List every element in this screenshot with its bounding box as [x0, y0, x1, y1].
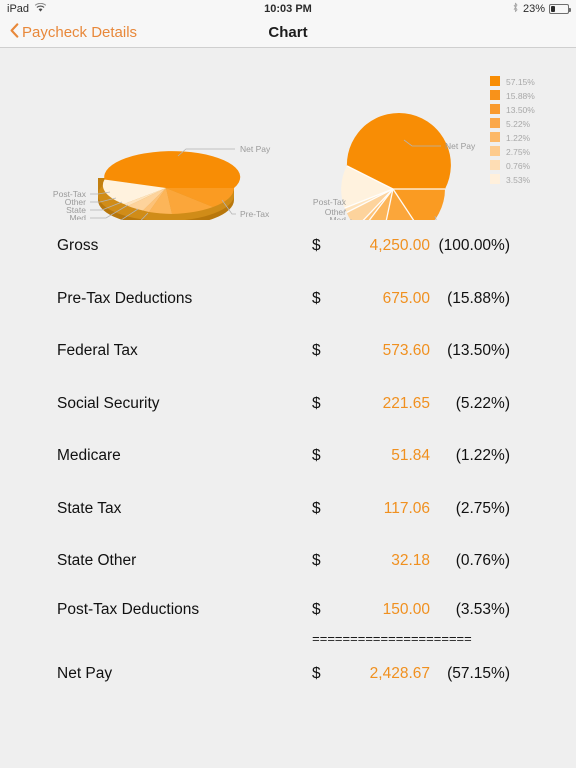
- status-bar-clock: 10:03 PM: [0, 0, 576, 18]
- legend-value-0: 57.15%: [506, 77, 535, 87]
- pie2-label-net-pay: Net Pay: [445, 141, 476, 151]
- currency-symbol: $: [312, 447, 321, 465]
- legend-value-2: 13.50%: [506, 105, 535, 115]
- row-percent: (15.88%): [447, 289, 510, 307]
- row-percent: (0.76%): [455, 552, 510, 570]
- legend-value-3: 5.22%: [506, 119, 531, 129]
- row-label: Federal Tax: [57, 342, 138, 360]
- battery-percent-label: 23%: [522, 3, 545, 15]
- row-amount: 221.65: [382, 394, 430, 412]
- currency-symbol: $: [312, 664, 321, 682]
- legend-value-6: 0.76%: [506, 161, 531, 171]
- row-label: State Tax: [57, 499, 122, 517]
- row-percent: (57.15%): [447, 664, 510, 682]
- bluetooth-icon: [512, 2, 519, 16]
- row-label: State Other: [57, 552, 137, 570]
- row-amount: 117.06: [383, 499, 430, 517]
- legend-value-4: 1.22%: [506, 133, 531, 143]
- row-amount: 4,250.00: [369, 237, 430, 255]
- table-row[interactable]: Post-Tax Deductions $ 150.00 (3.53%): [0, 588, 576, 632]
- legend-value-7: 3.53%: [506, 175, 531, 185]
- status-bar-right: 23%: [512, 2, 571, 16]
- table-row[interactable]: State Other $ 32.18 (0.76%): [0, 535, 576, 588]
- legend-value-5: 2.75%: [506, 147, 531, 157]
- row-percent: (100.00%): [438, 237, 510, 255]
- legend-value-1: 15.88%: [506, 91, 535, 101]
- battery-icon: [549, 4, 571, 14]
- pie2-label-post-tax: Post-Tax: [313, 197, 347, 207]
- device-name-label: iPad: [7, 3, 30, 15]
- currency-symbol: $: [312, 394, 321, 412]
- wifi-icon: [34, 2, 47, 16]
- table-row-total[interactable]: Net Pay $ 2,428.67 (57.15%): [0, 648, 576, 701]
- pie2-label-other: Other: [325, 207, 346, 217]
- back-button[interactable]: Paycheck Details: [10, 23, 137, 42]
- status-bar: iPad 10:03 PM 23%: [0, 0, 576, 18]
- paycheck-breakdown-list: Gross $ 4,250.00 (100.00%) Pre-Tax Deduc…: [0, 220, 576, 700]
- row-amount: 573.60: [382, 342, 430, 360]
- table-row[interactable]: Pre-Tax Deductions $ 675.00 (15.88%): [0, 273, 576, 326]
- currency-symbol: $: [312, 552, 321, 570]
- table-row[interactable]: Gross $ 4,250.00 (100.00%): [0, 220, 576, 273]
- row-label: Net Pay: [57, 664, 113, 682]
- row-label: Social Security: [57, 394, 160, 412]
- table-row[interactable]: State Tax $ 117.06 (2.75%): [0, 483, 576, 536]
- clock-label: 10:03 PM: [264, 3, 312, 15]
- row-label: Pre-Tax Deductions: [57, 289, 193, 307]
- pie-label-post-tax: Post-Tax: [53, 189, 87, 199]
- totals-separator: =====================: [0, 632, 576, 648]
- currency-symbol: $: [312, 237, 321, 255]
- table-row[interactable]: Social Security $ 221.65 (5.22%): [0, 378, 576, 431]
- row-label: Gross: [57, 237, 99, 255]
- chart-legend: 57.15% 15.88% 13.50% 5.22% 1.22% 2.75% 0…: [490, 76, 535, 185]
- pie-2d-slices: [341, 112, 451, 220]
- back-button-label: Paycheck Details: [22, 24, 138, 41]
- row-percent: (3.53%): [455, 600, 510, 618]
- chevron-left-icon: [10, 23, 19, 42]
- currency-symbol: $: [312, 289, 321, 307]
- currency-symbol: $: [312, 499, 321, 517]
- pie-label-pre-tax: Pre-Tax: [240, 209, 270, 219]
- pie-chart-3d[interactable]: Net Pay Pre-Tax Fed SSA Med State Other …: [0, 48, 288, 220]
- status-bar-left: iPad: [7, 2, 47, 16]
- table-row[interactable]: Federal Tax $ 573.60 (13.50%): [0, 325, 576, 378]
- row-percent: (5.22%): [455, 394, 510, 412]
- table-row[interactable]: Medicare $ 51.84 (1.22%): [0, 430, 576, 483]
- row-percent: (13.50%): [447, 342, 510, 360]
- row-amount: 675.00: [382, 289, 430, 307]
- pie-chart-2d[interactable]: Net Pay Pre-Tax Fed State SSA Med Other …: [288, 48, 576, 220]
- row-amount: 150.00: [382, 600, 430, 618]
- row-percent: (1.22%): [455, 447, 510, 465]
- row-amount: 32.18: [391, 552, 430, 570]
- row-amount: 2,428.67: [369, 664, 430, 682]
- navigation-bar: Paycheck Details Chart: [0, 18, 576, 48]
- currency-symbol: $: [312, 600, 321, 618]
- row-amount: 51.84: [391, 447, 430, 465]
- pie-label-net-pay: Net Pay: [240, 144, 271, 154]
- row-label: Post-Tax Deductions: [57, 600, 200, 618]
- row-percent: (2.75%): [455, 499, 510, 517]
- row-label: Medicare: [57, 447, 121, 465]
- chart-region: Net Pay Pre-Tax Fed SSA Med State Other …: [0, 48, 576, 220]
- currency-symbol: $: [312, 342, 321, 360]
- separator-line: =====================: [312, 632, 472, 647]
